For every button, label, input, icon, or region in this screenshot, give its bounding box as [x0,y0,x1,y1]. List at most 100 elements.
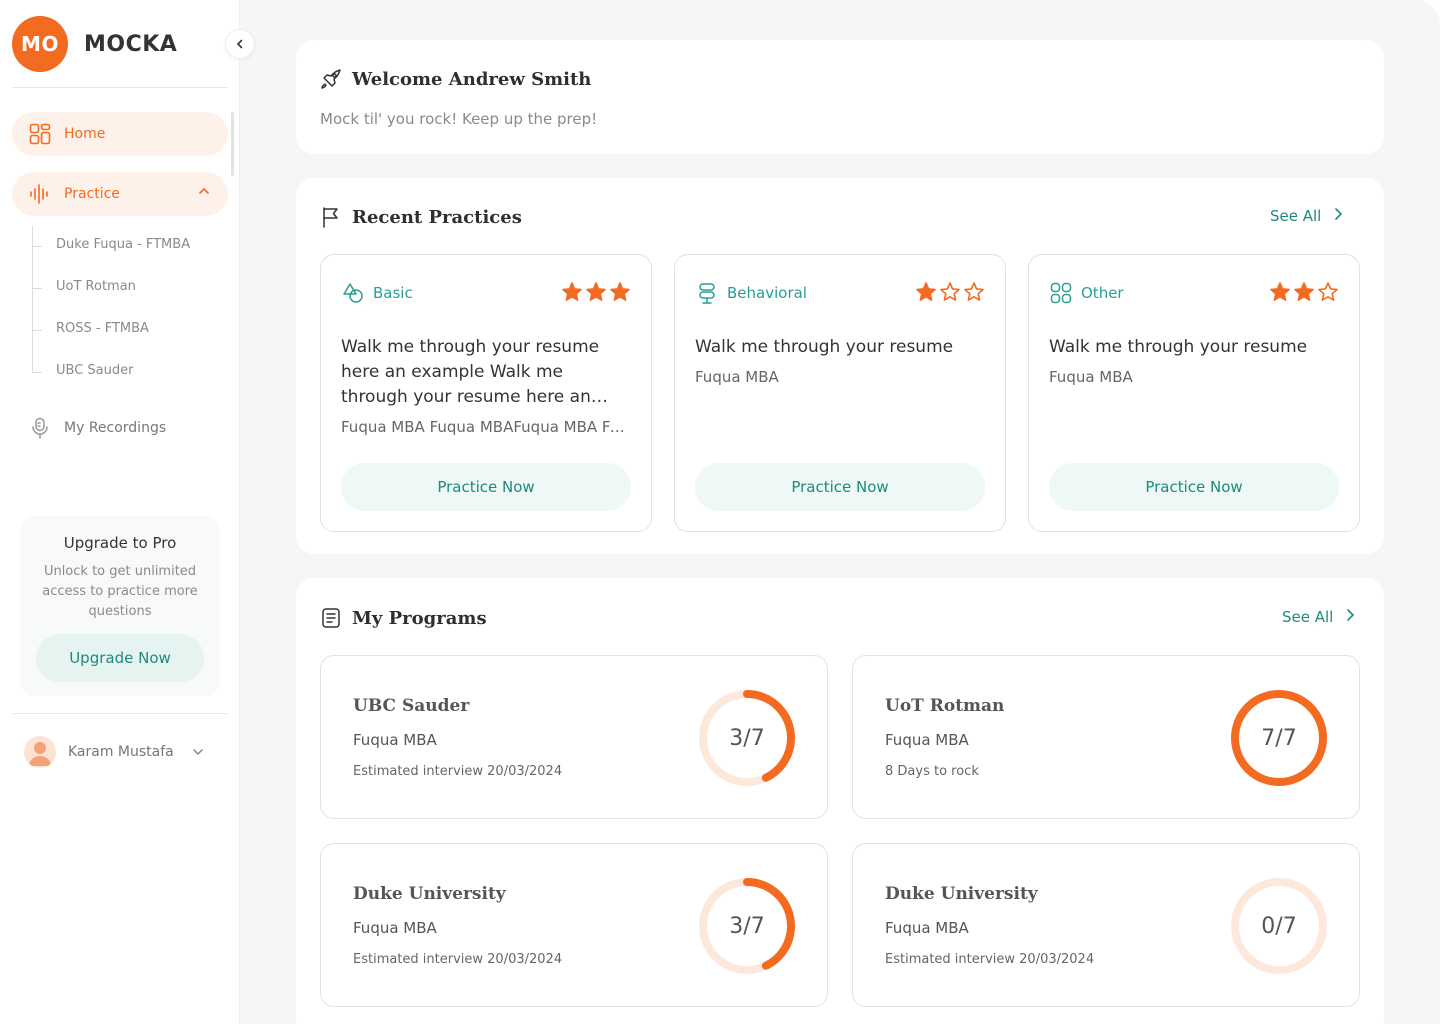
user-menu[interactable]: Karam Mustafa [24,736,204,768]
category-label: Behavioral [727,284,807,302]
chevron-down-icon[interactable] [192,743,204,762]
sidebar-item-label: Home [64,126,106,142]
program-school: UBC Sauder [353,696,470,716]
program-school: Duke University [353,884,506,904]
star-filled-icon [562,282,582,301]
tree-tick [32,330,42,331]
program-text: Fuqua MBA [1049,368,1133,386]
program-name: Fuqua MBA [885,919,969,937]
practice-now-button[interactable]: Practice Now [341,463,631,511]
tree-line [32,226,33,372]
chevron-up-icon[interactable] [198,185,210,201]
star-outline-icon [1318,282,1338,301]
section-title-text: Recent Practices [352,206,522,228]
practice-card[interactable]: Basic Walk me through your resume here a… [320,254,652,532]
sidebar-item-label: My Recordings [64,420,167,436]
program-meta: Estimated interview 20/03/2024 [353,764,563,779]
program-text: Fuqua MBA Fuqua MBAFuqua MBA Fuqua MBA [341,418,631,436]
sidebar: MO MOCKA Home Practice Duke Fuqua - FTMB… [0,0,240,1024]
practice-now-button[interactable]: Practice Now [1049,463,1339,511]
section-title-text: My Programs [352,607,487,629]
section-title: My Programs [320,607,487,629]
program-card[interactable]: UBC Sauder Fuqua MBA Estimated interview… [320,655,828,819]
collapse-sidebar-button[interactable] [225,29,255,59]
practice-card[interactable]: Behavioral Walk me through your resume F… [674,254,1006,532]
practice-card[interactable]: Other Walk me through your resume Fuqua … [1028,254,1360,532]
program-card[interactable]: UoT Rotman Fuqua MBA 8 Days to rock 7/7 [852,655,1360,819]
program-card[interactable]: Duke University Fuqua MBA Estimated inte… [852,843,1360,1007]
app-window: MO MOCKA Home Practice Duke Fuqua - FTMB… [0,0,1440,1024]
practice-now-button[interactable]: Practice Now [695,463,985,511]
star-filled-icon [916,282,936,301]
program-meta: Estimated interview 20/03/2024 [885,952,1095,967]
program-meta: 8 Days to rock [885,764,979,779]
submenu-item[interactable]: UoT Rotman [56,279,136,294]
upgrade-button[interactable]: Upgrade Now [36,634,204,682]
rating-stars [1267,281,1339,303]
star-filled-icon [1270,282,1290,301]
my-programs-card: My Programs See All UBC Sauder Fuqua MBA… [296,578,1384,1024]
sidebar-item-recordings[interactable]: My Recordings [12,406,228,450]
tree-tick [32,246,42,247]
question-text: Walk me through your resume [695,337,954,357]
chevron-left-icon [236,39,243,49]
question-text: Walk me through your resume here an exam… [341,337,600,407]
logo-badge: MO [12,16,68,72]
grid-icon [28,122,52,146]
category-tag: Behavioral [695,281,807,305]
section-title: Recent Practices [320,206,522,228]
tree-tick [32,372,42,373]
grid-icon [1049,281,1073,305]
rating-stars [913,281,985,303]
program-name: Fuqua MBA [353,731,437,749]
star-filled-icon [1294,282,1314,301]
audio-wave-icon [28,182,52,206]
welcome-title: Welcome Andrew Smith [320,68,591,90]
avatar [24,736,56,768]
shapes-icon [341,281,365,305]
welcome-title-text: Welcome Andrew Smith [352,68,592,90]
chevron-right-icon [1345,608,1355,626]
see-all-label: See All [1282,608,1334,626]
star-outline-icon [940,282,960,301]
see-all-link[interactable]: See All [1270,207,1343,225]
program-name: Fuqua MBA [353,919,437,937]
logo[interactable]: MO MOCKA [12,16,177,72]
notebook-icon [320,607,342,629]
category-tag: Basic [341,281,413,305]
program-school: UoT Rotman [885,696,1005,716]
category-label: Other [1081,284,1124,302]
submenu-item[interactable]: Duke Fuqua - FTMBA [56,237,190,252]
star-outline-icon [964,282,984,301]
microphone-icon [28,416,52,440]
rating-stars [559,281,631,303]
see-all-label: See All [1270,207,1322,225]
submenu-item[interactable]: UBC Sauder [56,363,133,378]
upgrade-text: Unlock to get unlimited access to practi… [42,564,198,619]
see-all-link[interactable]: See All [1282,608,1355,626]
sidebar-item-label: Practice [64,186,120,202]
program-name: Fuqua MBA [885,731,969,749]
welcome-card: Welcome Andrew Smith Mock til' you rock!… [296,40,1384,154]
scrollbar[interactable] [231,112,234,176]
submenu-item[interactable]: ROSS - FTMBA [56,321,149,336]
sidebar-divider [12,87,228,88]
program-text: Fuqua MBA [695,368,779,386]
recent-practices-card: Recent Practices See All Basic Walk me t… [296,178,1384,554]
category-tag: Other [1049,281,1124,305]
user-name: Karam Mustafa [68,744,174,760]
question-text: Walk me through your resume [1049,337,1308,357]
sidebar-divider [12,713,228,714]
sidebar-item-practice[interactable]: Practice [12,172,228,216]
star-filled-icon [586,282,606,301]
program-card[interactable]: Duke University Fuqua MBA Estimated inte… [320,843,828,1007]
upgrade-card: Upgrade to Pro Unlock to get unlimited a… [20,516,220,696]
chevron-right-icon [1333,207,1343,225]
flag-icon [320,206,342,228]
category-label: Basic [373,284,413,302]
sidebar-item-home[interactable]: Home [12,112,228,156]
progress-label: 7/7 [1261,725,1297,751]
progress-label: 3/7 [729,725,765,751]
program-meta: Estimated interview 20/03/2024 [353,952,563,967]
program-school: Duke University [885,884,1038,904]
